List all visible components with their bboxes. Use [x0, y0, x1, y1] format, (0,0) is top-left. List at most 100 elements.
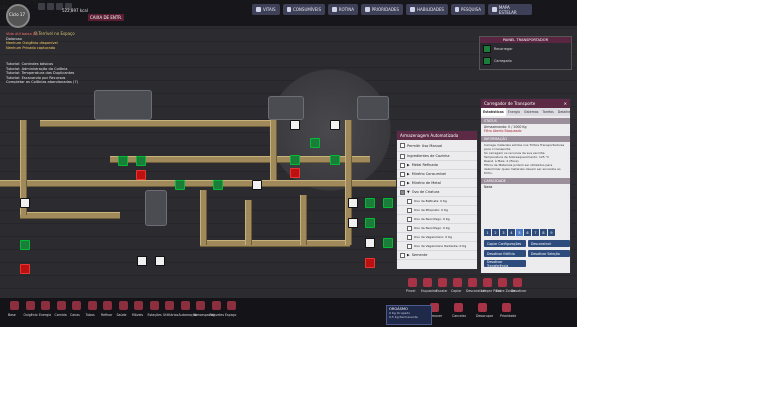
tool-command-button[interactable] — [438, 278, 447, 287]
pause-button[interactable] — [38, 3, 45, 10]
priority-4-button[interactable]: 4 — [508, 229, 515, 236]
disable-selection-button[interactable]: Desativar Seleção — [528, 250, 570, 257]
priority-1-button[interactable]: 1 — [484, 229, 491, 236]
conveyor-receptacle[interactable] — [365, 198, 375, 208]
checkbox[interactable] — [400, 189, 405, 195]
conveyor-receptacle[interactable] — [290, 155, 300, 165]
top-menu-research[interactable]: PESQUISA — [451, 4, 485, 15]
speed-1-button[interactable] — [47, 3, 54, 10]
build-category-button[interactable] — [118, 301, 128, 310]
priority-7-button[interactable]: 7 — [532, 229, 539, 236]
sub-item-row[interactable]: Ovo de Necrófago: 0 Kg — [397, 224, 477, 233]
tool-command-button[interactable] — [408, 278, 417, 287]
top-menu-skills[interactable]: HABILIDADES — [406, 4, 448, 15]
tool-command-button[interactable] — [454, 303, 463, 312]
priority-3-button[interactable]: 3 — [500, 229, 507, 236]
conveyor-receptacle[interactable] — [383, 198, 393, 208]
machine-block[interactable] — [268, 96, 304, 120]
checkbox[interactable] — [407, 225, 412, 231]
conveyor-receptacle[interactable] — [20, 240, 30, 250]
conveyor-receptacle[interactable] — [330, 155, 340, 165]
copy-settings-button[interactable]: Copiar Configurações — [484, 240, 526, 247]
conveyor-loader[interactable] — [330, 120, 340, 130]
build-category-button[interactable] — [134, 301, 143, 310]
checkbox[interactable] — [407, 234, 412, 240]
conveyor-receptacle[interactable] — [383, 238, 393, 248]
priority-8-button[interactable]: 8 — [540, 229, 547, 236]
build-category-button[interactable] — [72, 301, 81, 310]
game-viewport[interactable]: Ciclo 17 522,897 kcal CAIXA DE ENTR. VER… — [0, 0, 577, 327]
category-row[interactable]: ▶ Minério de Metal — [397, 179, 477, 188]
tab-energy[interactable]: Energia — [506, 108, 522, 116]
build-category-button[interactable] — [180, 301, 190, 310]
tool-command-button[interactable] — [483, 278, 492, 287]
category-row[interactable]: ▶ Metal Refinado — [397, 161, 477, 170]
conveyor-receptacle-alert[interactable] — [20, 264, 30, 274]
conveyor-receptacle[interactable] — [213, 180, 223, 190]
conveyor-rail[interactable] — [270, 120, 277, 180]
top-menu-schedule[interactable]: ROTINA — [328, 4, 358, 15]
build-category-button[interactable] — [87, 301, 97, 310]
expand-icon[interactable]: ▶ — [407, 181, 410, 185]
tab-tasks[interactable]: Tarefas — [540, 108, 555, 116]
conveyor-receptacle[interactable] — [136, 156, 146, 166]
checkbox[interactable] — [400, 180, 405, 186]
sub-item-row[interactable]: Ovo de Bafinata: 0 Kg — [397, 197, 477, 206]
conveyor-loader[interactable] — [20, 198, 30, 208]
checkbox[interactable] — [407, 198, 412, 204]
conveyor-loader[interactable] — [290, 120, 300, 130]
top-menu-food[interactable]: CONSUMÍVEIS — [283, 4, 325, 15]
priority-2-button[interactable]: 2 — [492, 229, 499, 236]
tab-details[interactable]: Detalhes — [556, 108, 574, 116]
category-row[interactable]: ▶ Semente — [397, 251, 477, 260]
machine-block[interactable] — [94, 90, 152, 120]
conveyor-rail[interactable] — [40, 120, 270, 127]
build-category-button[interactable] — [165, 301, 174, 310]
conveyor-rail[interactable] — [200, 240, 350, 247]
checkbox[interactable] — [407, 216, 412, 222]
priority-5-button[interactable]: 5 — [516, 229, 523, 236]
checkbox[interactable] — [400, 153, 405, 159]
build-category-button[interactable] — [211, 301, 221, 310]
inbox-badge[interactable]: CAIXA DE ENTR. — [88, 14, 125, 21]
machine-block[interactable] — [357, 96, 389, 120]
disable-building-button[interactable]: Desativar Edifício — [484, 250, 526, 257]
sub-item-row[interactable]: Ovo de Necrofago: 0 Kg — [397, 215, 477, 224]
build-category-button[interactable] — [56, 301, 66, 310]
build-category-button[interactable] — [103, 301, 112, 310]
expand-icon[interactable]: ▶ — [407, 253, 410, 257]
conveyor-receptacle[interactable] — [365, 218, 375, 228]
top-menu-heart[interactable]: VITAIS — [252, 4, 280, 15]
conveyor-loader[interactable] — [365, 238, 375, 248]
build-category-button[interactable] — [25, 301, 35, 310]
sub-item-row[interactable]: Ovo de Pitopreto: 0 Kg — [397, 206, 477, 215]
conveyor-receptacle-alert[interactable] — [136, 170, 146, 180]
deconstruct-button[interactable]: Desconstruir — [528, 240, 570, 247]
priority-6-button[interactable]: 6 — [524, 229, 531, 236]
conveyor-loader[interactable] — [155, 256, 165, 266]
conveyor-loader[interactable] — [348, 198, 358, 208]
conveyor-receptacle[interactable] — [175, 180, 185, 190]
tab-systems[interactable]: Sistemas — [522, 108, 541, 116]
checkbox[interactable] — [400, 143, 405, 148]
conveyor-receptacle-alert[interactable] — [365, 258, 375, 268]
tool-command-button[interactable] — [453, 278, 462, 287]
conveyor-rail[interactable] — [200, 190, 207, 245]
tool-command-button[interactable] — [502, 303, 511, 312]
conveyor-rail[interactable] — [300, 195, 307, 245]
build-category-button[interactable] — [41, 301, 50, 310]
sub-item-row[interactable]: Ovo de Vagalumino Radiante: 0 Kg — [397, 242, 477, 251]
category-row[interactable]: Ingredientes de Cozinha — [397, 152, 477, 161]
conveyor-receptacle[interactable] — [118, 156, 128, 166]
conveyor-rail[interactable] — [20, 212, 120, 219]
expand-icon[interactable]: ▶ — [407, 163, 410, 167]
build-category-button[interactable] — [196, 301, 205, 310]
tool-command-button[interactable] — [513, 278, 522, 287]
conveyor-loader[interactable] — [137, 256, 147, 266]
tool-command-button[interactable] — [498, 278, 507, 287]
alert-item[interactable]: Nenhum Privado capturado — [6, 46, 94, 51]
conveyor-receptacle[interactable] — [310, 138, 320, 148]
conveyor-receptacle-alert[interactable] — [290, 168, 300, 178]
sub-item-row[interactable]: Ovo de Vagalumino: 0 Kg — [397, 233, 477, 242]
conveyor-rail[interactable] — [245, 200, 252, 245]
